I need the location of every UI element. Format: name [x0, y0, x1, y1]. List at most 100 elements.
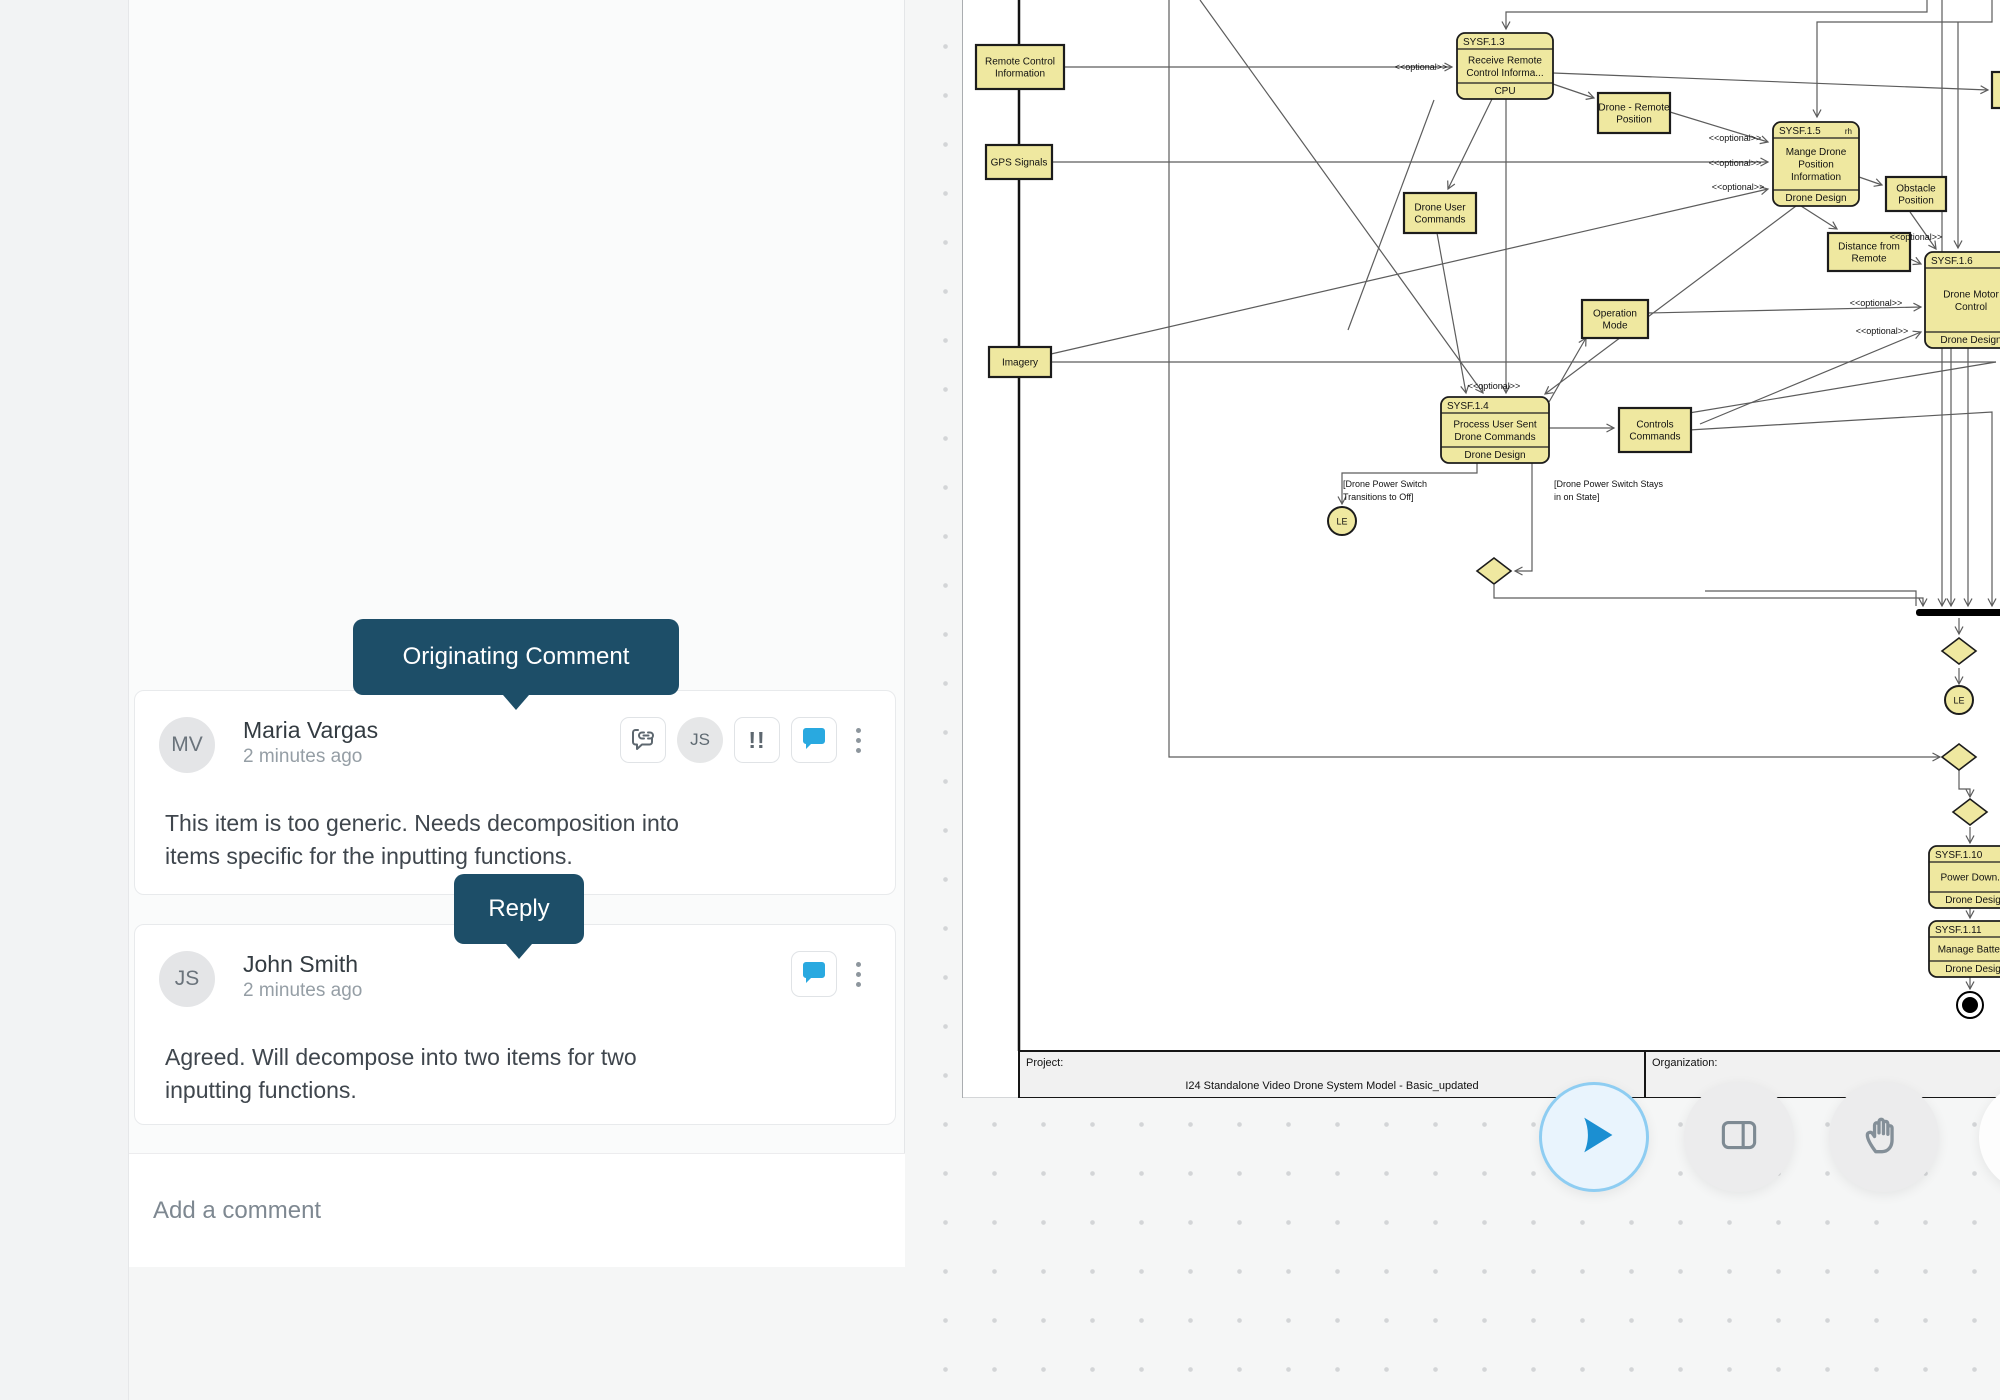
comment-timestamp: 2 minutes ago [243, 745, 378, 769]
comment-timestamp: 2 minutes ago [243, 979, 362, 1003]
diagram-label: Commands [1629, 432, 1680, 443]
priority-button[interactable]: !! [734, 717, 780, 763]
annotation: Transitions to Off] [1343, 492, 1414, 502]
annotation: <<optional>> [1709, 158, 1762, 168]
drone-remote-position[interactable]: Drone - RemotePosition [1598, 93, 1670, 133]
comment-menu-button[interactable] [850, 720, 867, 761]
diagram-label: Imagery [1002, 358, 1038, 369]
diagram-label: Drone Commands [1454, 432, 1535, 443]
kebab-dot [856, 972, 861, 977]
diagram-canvas[interactable]: Project:I24 Standalone Video Drone Syste… [906, 0, 2000, 1400]
sysf-1-5[interactable]: SYSF.1.5 rh Mange Drone PositionInformation… [1773, 122, 1859, 206]
diagram-label: Position [1798, 160, 1834, 171]
comment-bubble-button[interactable] [791, 717, 837, 763]
loop-exit-2[interactable]: LE [1945, 686, 1973, 714]
author-block: Maria Vargas 2 minutes ago [243, 717, 378, 769]
remote-control-information[interactable]: Remote ControlInformation [976, 45, 1064, 89]
cursor-play-icon [1568, 1109, 1620, 1166]
sysf-1-10[interactable]: SYSF.1.10 Power Down... Drone Desig [1929, 846, 2000, 908]
diagram-label: LE [1336, 517, 1347, 527]
right-edge-stub[interactable] [1992, 72, 2000, 108]
author-name: Maria Vargas [243, 717, 378, 744]
diagram-label: Drone Motor [1943, 289, 1999, 300]
allocation-label: Drone Design [1785, 193, 1846, 204]
comment-link-button[interactable] [620, 717, 666, 763]
sysf-1-11[interactable]: SYSF.1.11 Manage Batte... Drone Desig [1929, 921, 2000, 977]
sysf-1-6[interactable]: SYSF.1.6Drone MotorControlDrone Design [1925, 252, 2000, 348]
function-code: SYSF.1.11 [1935, 925, 1982, 936]
project-label: Project: [1026, 1057, 1063, 1069]
controls-commands[interactable]: ControlsCommands [1619, 408, 1691, 452]
comment-menu-button[interactable] [850, 954, 867, 995]
kebab-dot [856, 728, 861, 733]
priority-icon: !! [748, 727, 765, 754]
final-node[interactable] [1957, 992, 1983, 1018]
diagram-label: Distance from [1838, 242, 1900, 253]
diagram-label: Process User Sent [1453, 419, 1537, 430]
imagery[interactable]: Imagery [989, 347, 1051, 377]
diagram-label: Drone - Remote [1598, 103, 1670, 114]
diagram-label: Remote Control [985, 57, 1055, 68]
comment-body: This item is too generic. Needs decompos… [165, 807, 865, 873]
annotation: <<optional>> [1890, 232, 1943, 242]
originating-comment-tooltip: Originating Comment [353, 619, 679, 695]
annotation: [Drone Power Switch [1343, 479, 1427, 489]
annotation: <<optional>> [1395, 62, 1448, 72]
diagram-label: Control Informa... [1466, 68, 1543, 79]
add-comment-input[interactable]: Add a comment [129, 1153, 905, 1267]
allocation-label: Drone Design [1940, 335, 2000, 346]
allocation-label: Drone Desig [1945, 964, 2000, 975]
reply-tooltip-label: Reply [488, 895, 549, 923]
function-code: SYSF.1.3 [1463, 37, 1505, 48]
drone-user-commands[interactable]: Drone UserCommands [1404, 193, 1476, 233]
function-code: SYSF.1.5 [1779, 126, 1821, 137]
diagram-label: Receive Remote [1468, 55, 1542, 66]
function-code: SYSF.1.4 [1447, 401, 1489, 412]
avatar: JS [159, 951, 215, 1007]
diagram-sheet[interactable]: Project:I24 Standalone Video Drone Syste… [962, 0, 2000, 1098]
operation-mode[interactable]: OperationMode [1582, 300, 1648, 338]
comment-actions [791, 951, 867, 997]
function-code: SYSF.1.10 [1935, 850, 1983, 861]
allocation-label: Drone Design [1464, 450, 1525, 461]
function-code: SYSF.1.6 [1931, 256, 1973, 267]
diagram-label: Information [1791, 172, 1841, 183]
hidden-tool-button[interactable] [1979, 1082, 2000, 1192]
diagram-label: Obstacle [1896, 184, 1936, 195]
kebab-dot [856, 982, 861, 987]
comment-bubble-icon [800, 724, 828, 757]
select-tool-button[interactable] [1539, 1082, 1649, 1192]
annotation: [Drone Power Switch Stays [1554, 479, 1664, 489]
comment-link-icon [629, 724, 657, 757]
split-panel-icon [1714, 1110, 1764, 1165]
avatar-initials: JS [175, 967, 200, 991]
obstacle-position[interactable]: ObstaclePosition [1886, 177, 1946, 211]
gps-signals[interactable]: GPS Signals [986, 145, 1052, 179]
diagram-label: Manage Batte... [1938, 945, 2000, 956]
diagram-label: LE [1953, 696, 1964, 706]
sysf-1-3[interactable]: SYSF.1.3 Receive Remote Control Informa...… [1457, 33, 1553, 99]
split-view-button[interactable] [1684, 1082, 1794, 1192]
join-bar[interactable] [1916, 609, 2000, 616]
comment-card-originating[interactable]: MV Maria Vargas 2 minutes ago [134, 690, 896, 895]
diagram-label: Commands [1414, 215, 1465, 226]
avatar: MV [159, 717, 215, 773]
annotation: <<optional>> [1712, 182, 1765, 192]
annotation: <<optional>> [1468, 381, 1521, 391]
comment-bubble-button[interactable] [791, 951, 837, 997]
diagram-label: Power Down... [1940, 873, 2000, 884]
pan-tool-button[interactable] [1829, 1082, 1939, 1192]
add-comment-placeholder: Add a comment [153, 1197, 321, 1225]
comment-body: Agreed. Will decompose into two items fo… [165, 1041, 865, 1107]
author-name: John Smith [243, 951, 362, 978]
annotation: <<optional>> [1856, 326, 1909, 336]
diagram-label: Mange Drone [1786, 147, 1847, 158]
allocation-label: Drone Desig [1945, 895, 2000, 906]
sysf-1-4[interactable]: SYSF.1.4 Process User Sent Drone Commands D… [1441, 397, 1549, 463]
kebab-dot [856, 738, 861, 743]
annotation: <<optional>> [1709, 133, 1762, 143]
diagram-label: Information [995, 69, 1045, 80]
annotation: in on State] [1554, 492, 1600, 502]
rake-flag-icon: rh [1845, 127, 1852, 136]
loop-exit-1[interactable]: LE [1328, 507, 1356, 535]
